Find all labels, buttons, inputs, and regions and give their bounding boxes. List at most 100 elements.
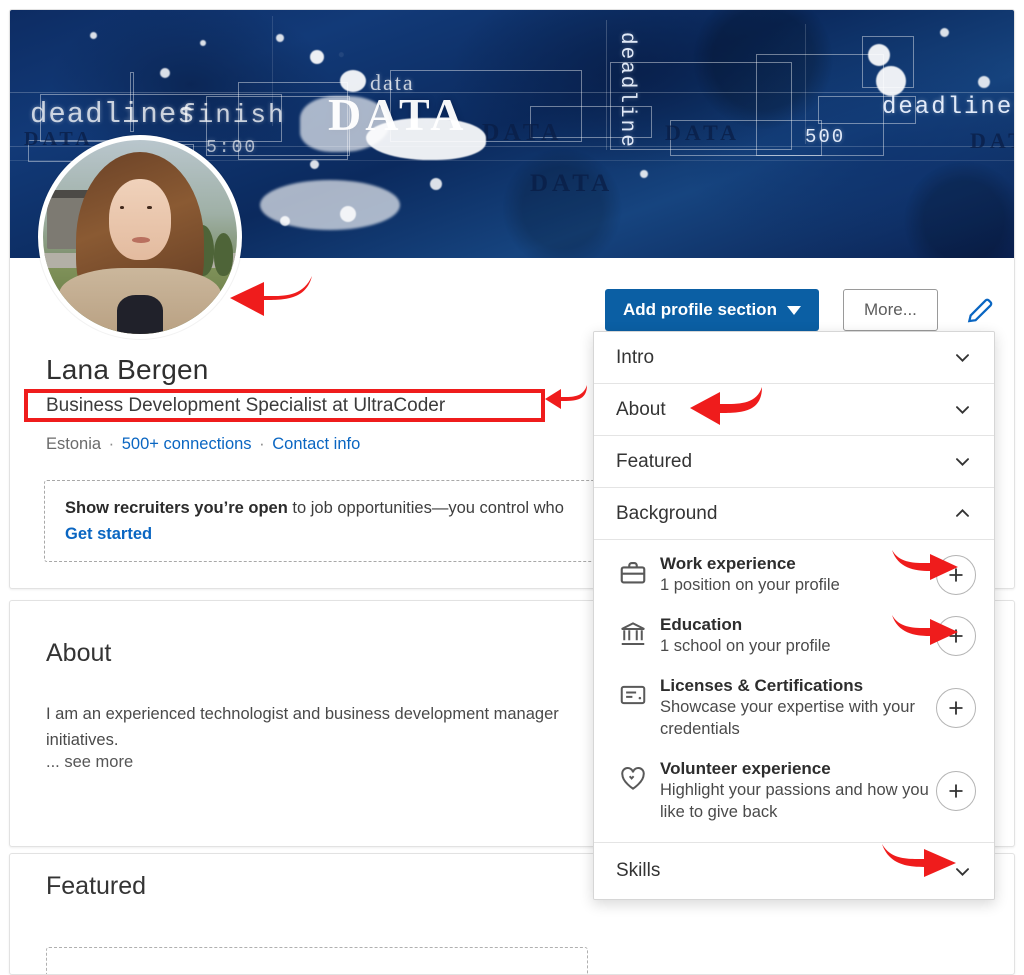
open-to-work-text: Show recruiters you’re open to job oppor…	[65, 499, 564, 518]
background-item-subtitle: Showcase your expertise with your creden…	[660, 698, 915, 738]
background-item-text: Licenses & Certifications Showcase your …	[660, 675, 936, 740]
paint-splat	[868, 44, 890, 66]
banner-word: DATA	[970, 128, 1014, 153]
profile-location: Estonia	[46, 435, 102, 453]
about-section-body: I am an experienced technologist and bus…	[46, 705, 559, 749]
avatar-lips	[132, 237, 150, 243]
pencil-icon[interactable]	[964, 295, 996, 327]
dropdown-row-intro[interactable]: Intro	[594, 332, 994, 384]
background-item-licenses-certifications[interactable]: Licenses & Certifications Showcase your …	[594, 666, 994, 749]
paint-splat	[430, 178, 442, 190]
dropdown-row-featured[interactable]: Featured	[594, 436, 994, 488]
background-item-title: Volunteer experience	[660, 759, 831, 778]
background-items-group: Work experience 1 position on your profi…	[594, 540, 994, 843]
paint-splat	[280, 216, 290, 226]
banner-word: deadline	[615, 32, 638, 149]
featured-section-title: Featured	[46, 872, 147, 900]
avatar-photo	[43, 140, 237, 334]
certificate-icon	[620, 685, 646, 705]
add-education-button[interactable]	[936, 615, 976, 656]
dropdown-row-about[interactable]: About	[594, 384, 994, 436]
connections-link[interactable]: 500+ connections	[122, 435, 252, 453]
plus-icon	[949, 783, 963, 798]
paint-splat	[876, 66, 906, 96]
banner-rule	[606, 20, 607, 150]
linkedin-profile-page: deadlines finish DATA data DATA DATA DAT…	[0, 0, 1024, 975]
open-to-work-text-bold: Show recruiters you’re open	[65, 499, 288, 517]
paint-splat	[940, 28, 949, 37]
chevron-up-icon	[956, 508, 969, 517]
banner-word: DATA	[530, 170, 614, 197]
background-item-text: Work experience 1 position on your profi…	[660, 553, 936, 596]
school-bank-icon	[621, 622, 645, 645]
background-item-subtitle: 1 position on your profile	[660, 576, 840, 594]
avatar[interactable]	[38, 135, 242, 339]
banner-word: DATA	[24, 128, 94, 150]
paint-splat	[276, 34, 284, 42]
dropdown-row-label: Intro	[616, 346, 655, 368]
profile-headline: Business Development Specialist at Ultra…	[46, 395, 446, 416]
banner-word: finish	[180, 100, 286, 130]
volunteer-heart-icon	[621, 767, 645, 790]
avatar-eye	[147, 205, 152, 209]
paint-splat	[340, 206, 356, 222]
paint-splat	[340, 70, 366, 92]
banner-word: 5:00	[206, 138, 258, 158]
plus-icon	[949, 567, 963, 582]
chevron-down-icon	[956, 406, 969, 415]
see-more-link[interactable]: ... see more	[46, 753, 133, 772]
open-to-work-box[interactable]: Show recruiters you’re open to job oppor…	[44, 480, 604, 562]
add-work-experience-button[interactable]	[936, 554, 976, 595]
background-item-work-experience[interactable]: Work experience 1 position on your profi…	[594, 544, 994, 605]
dropdown-row-background[interactable]: Background	[594, 488, 994, 540]
plus-icon	[949, 628, 963, 643]
background-item-title: Work experience	[660, 554, 796, 573]
contact-info-link[interactable]: Contact info	[272, 435, 360, 453]
get-started-link[interactable]: Get started	[65, 525, 152, 544]
chevron-down-icon	[786, 305, 801, 315]
profile-action-bar: Add profile section More...	[596, 285, 1014, 337]
meta-separator: ·	[259, 435, 265, 453]
page-title: Lana Bergen	[46, 354, 209, 385]
avatar-shirt	[116, 295, 164, 334]
background-item-text: Volunteer experience Highlight your pass…	[660, 758, 936, 823]
background-item-subtitle: Highlight your passions and how you like…	[660, 781, 929, 821]
add-profile-section-button[interactable]: Add profile section	[605, 289, 819, 331]
banner-word: deadlines	[882, 94, 1014, 121]
paint-splat	[160, 68, 170, 78]
featured-placeholder-box[interactable]	[46, 947, 588, 974]
paint-splat	[978, 76, 990, 88]
banner-word: DATA	[665, 120, 741, 145]
dropdown-row-label: Background	[616, 502, 718, 524]
paint-splat	[90, 32, 97, 39]
add-license-button[interactable]	[936, 687, 976, 728]
banner-word: data	[370, 70, 415, 95]
avatar-eye	[120, 205, 125, 209]
paint-splat	[640, 170, 648, 178]
more-button[interactable]: More...	[843, 289, 938, 331]
dropdown-row-skills[interactable]: Skills	[594, 843, 994, 899]
add-profile-section-dropdown: Intro About Featured Background Work exp…	[593, 331, 995, 900]
meta-separator: ·	[108, 435, 115, 453]
open-to-work-text-rest: to job opportunities—you control who	[287, 499, 564, 517]
background-item-volunteer-experience[interactable]: Volunteer experience Highlight your pass…	[594, 749, 994, 832]
background-item-title: Licenses & Certifications	[660, 676, 864, 695]
paint-splat	[310, 50, 324, 64]
avatar-face	[108, 178, 172, 261]
paint-splat	[310, 160, 319, 169]
dropdown-row-label: About	[616, 398, 666, 420]
avatar-bg-tree	[213, 233, 234, 276]
banner-word: 500	[805, 126, 846, 148]
background-item-subtitle: 1 school on your profile	[660, 637, 831, 655]
banner-word: deadlines	[30, 98, 196, 131]
paint-splat	[200, 40, 206, 46]
background-item-title: Education	[660, 615, 743, 634]
background-item-text: Education 1 school on your profile	[660, 614, 936, 657]
add-volunteer-button[interactable]	[936, 770, 976, 811]
chevron-down-icon	[956, 354, 969, 363]
banner-rule	[10, 92, 1014, 93]
briefcase-icon	[620, 561, 646, 584]
about-section-title: About	[46, 639, 112, 667]
background-item-education[interactable]: Education 1 school on your profile	[594, 605, 994, 666]
dropdown-row-label: Skills	[616, 860, 661, 881]
